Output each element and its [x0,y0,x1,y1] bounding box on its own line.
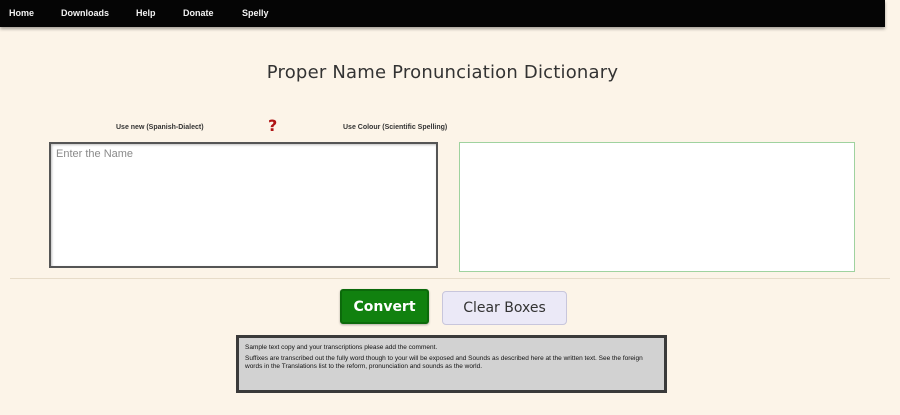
notice-line-2: Suffixes are transcribed out the fully w… [245,355,643,370]
page-title: Proper Name Pronunciation Dictionary [266,62,619,83]
top-nav-bar: Home Downloads Help Donate Spelly [0,0,885,27]
scientific-spelling-option[interactable]: Use Colour (Scientific Spelling) [343,124,447,136]
name-input[interactable] [49,142,438,268]
dialect-option[interactable]: Use new (Spanish-Dialect) [116,124,204,136]
nav-donate[interactable]: Donate [183,8,214,18]
notice-line-1: Sample text copy and your transcriptions… [245,344,438,351]
scientific-spelling-option-label: Use Colour (Scientific Spelling) [343,124,448,131]
divider [10,278,890,279]
nav-spelly[interactable]: Spelly [242,8,269,18]
nav-home[interactable]: Home [9,8,34,18]
convert-button[interactable]: Convert [340,289,429,324]
info-notice: Sample text copy and your transcriptions… [236,335,667,393]
help-icon[interactable]: ? [268,117,281,134]
clear-boxes-button[interactable]: Clear Boxes [442,291,567,325]
nav-downloads[interactable]: Downloads [61,8,109,18]
pronunciation-output[interactable] [459,142,855,272]
nav-help[interactable]: Help [136,8,156,18]
dialect-option-label: Use new (Spanish-Dialect) [116,124,204,131]
